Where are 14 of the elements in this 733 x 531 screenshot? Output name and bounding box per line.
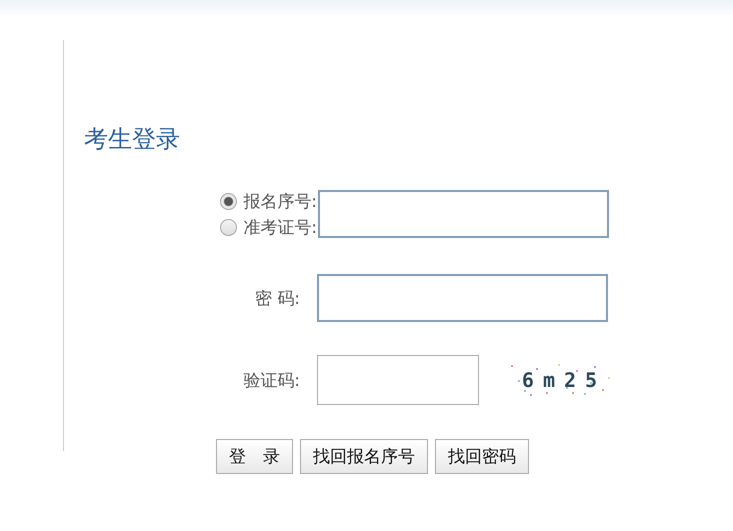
page-title: 考生登录	[84, 124, 180, 155]
id-input-field[interactable]	[318, 190, 609, 238]
form-button[interactable]: 登 录	[216, 439, 293, 474]
form-button[interactable]: 找回报名序号	[300, 439, 428, 474]
password-label: 密 码:	[254, 288, 301, 310]
radio-button[interactable]	[220, 218, 238, 236]
captcha-image[interactable]: 6m25	[507, 363, 612, 397]
captcha-label: 验证码:	[242, 370, 301, 392]
radio-button[interactable]	[220, 192, 238, 210]
captcha-input-field[interactable]	[317, 355, 479, 405]
radio-label: 报名序号:	[243, 190, 317, 212]
form-button[interactable]: 找回密码	[435, 439, 529, 474]
password-input-field[interactable]	[317, 274, 608, 322]
radio-label: 准考证号:	[243, 216, 317, 238]
